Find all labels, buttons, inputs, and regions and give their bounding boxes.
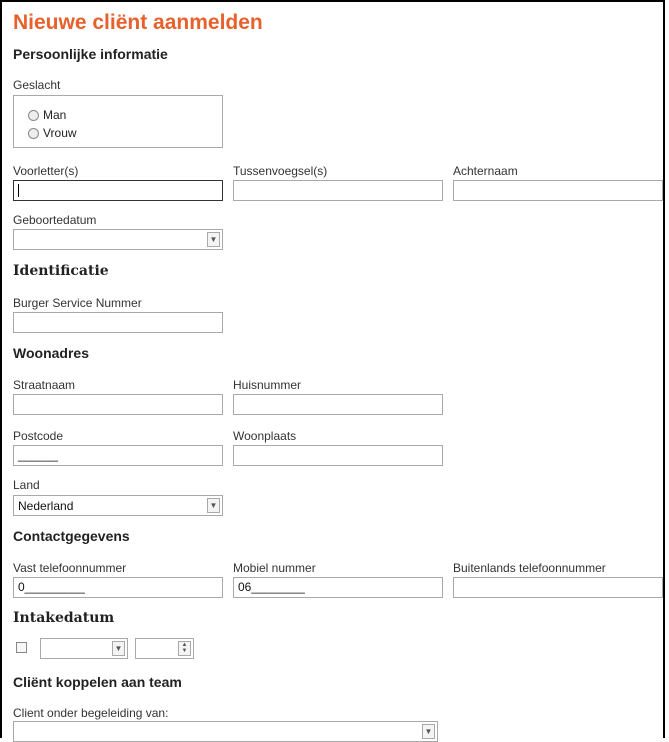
radio-man-label: Man xyxy=(43,108,67,122)
street-label: Straatnaam xyxy=(13,378,76,392)
gender-option-man[interactable]: Man xyxy=(28,108,66,122)
mobile-input[interactable]: 06________ xyxy=(233,577,443,598)
intake-date-select[interactable]: ▼ xyxy=(40,638,128,659)
chevron-down-icon[interactable]: ▼ xyxy=(207,498,220,513)
section-heading-intake: Intakedatum xyxy=(13,610,115,626)
chevron-down-icon[interactable]: ▼ xyxy=(112,641,125,656)
section-heading-contact: Contactgegevens xyxy=(13,528,130,544)
supervision-label: Client onder begeleiding van: xyxy=(13,706,169,720)
landline-input[interactable]: 0_________ xyxy=(13,577,223,598)
city-input[interactable] xyxy=(233,445,443,466)
housenumber-input[interactable] xyxy=(233,394,443,415)
infix-input[interactable] xyxy=(233,180,443,201)
radio-man[interactable] xyxy=(28,109,39,121)
intake-time-spinner[interactable]: ▲ ▼ xyxy=(135,638,194,659)
section-heading-personal: Persoonlijke informatie xyxy=(13,46,168,62)
intake-date-checkbox[interactable] xyxy=(16,642,27,653)
radio-vrouw[interactable] xyxy=(28,127,39,139)
landline-label: Vast telefoonnummer xyxy=(13,561,127,575)
section-heading-identification: Identificatie xyxy=(13,263,109,279)
foreign-phone-label: Buitenlands telefoonnummer xyxy=(453,561,606,575)
bsn-input[interactable] xyxy=(13,312,223,333)
city-label: Woonplaats xyxy=(233,429,297,443)
country-select[interactable]: Nederland ▼ xyxy=(13,495,223,516)
gender-option-vrouw[interactable]: Vrouw xyxy=(28,126,77,140)
birthdate-picker[interactable]: ▼ xyxy=(13,229,223,250)
initials-input[interactable] xyxy=(13,180,223,201)
lastname-input[interactable] xyxy=(453,180,663,201)
section-heading-team: Cliënt koppelen aan team xyxy=(13,674,182,690)
birthdate-label: Geboortedatum xyxy=(13,213,97,227)
initials-label: Voorletter(s) xyxy=(13,164,79,178)
foreign-phone-input[interactable] xyxy=(453,577,663,598)
country-selected-value: Nederland xyxy=(18,499,74,513)
mobile-label: Mobiel nummer xyxy=(233,561,316,575)
text-cursor xyxy=(18,184,19,197)
country-label: Land xyxy=(13,478,40,492)
postcode-label: Postcode xyxy=(13,429,64,443)
page-title: Nieuwe cliënt aanmelden xyxy=(13,11,263,34)
housenumber-label: Huisnummer xyxy=(233,378,302,392)
street-input[interactable] xyxy=(13,394,223,415)
up-down-spinner-icon[interactable]: ▲ ▼ xyxy=(178,641,191,656)
chevron-down-icon[interactable]: ▼ xyxy=(422,724,435,739)
supervision-select[interactable]: ▼ xyxy=(13,721,438,742)
chevron-down-icon[interactable]: ▼ xyxy=(207,232,220,247)
radio-vrouw-label: Vrouw xyxy=(43,126,77,140)
postcode-input[interactable]: ______ xyxy=(13,445,223,466)
infix-label: Tussenvoegsel(s) xyxy=(233,164,328,178)
gender-label: Geslacht xyxy=(13,78,61,92)
lastname-label: Achternaam xyxy=(453,164,518,178)
section-heading-address: Woonadres xyxy=(13,345,89,361)
bsn-label: Burger Service Nummer xyxy=(13,296,142,310)
